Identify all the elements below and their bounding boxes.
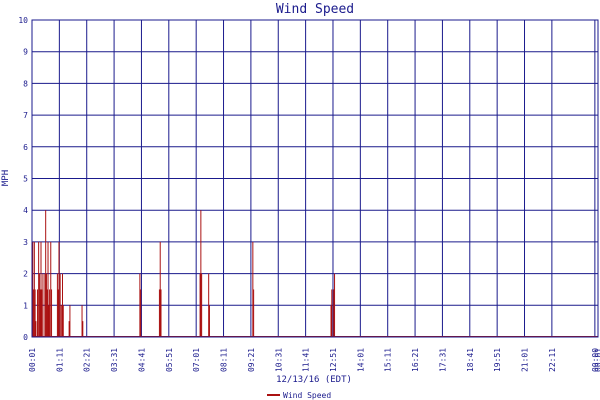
y-tick-label: 3 — [23, 238, 28, 247]
x-tick-label: 22:11 — [548, 348, 557, 372]
x-tick-label: 21:01 — [521, 348, 530, 372]
x-tick-label: 09:21 — [247, 348, 256, 372]
y-tick-label: 10 — [18, 16, 28, 25]
x-axis-label: 12/13/16 (EDT) — [276, 375, 352, 385]
y-tick-label: 7 — [23, 111, 28, 120]
y-tick-label: 0 — [23, 333, 28, 342]
wind-speed-chart: Wind Speed 0 1 2 3 4 5 6 7 8 9 10 00:01 01:11 02:21 0… — [0, 0, 600, 400]
y-tick-label: 6 — [23, 143, 28, 152]
x-tick-label: 15:11 — [384, 348, 393, 372]
y-axis-label: MPH — [1, 170, 11, 186]
x-tick-label: 16:21 — [411, 348, 420, 372]
y-tick-label: 2 — [23, 270, 28, 279]
legend-label: Wind Speed — [283, 391, 331, 400]
x-tick-label: 00:01 — [594, 348, 600, 372]
x-tick-label: 05:51 — [165, 348, 174, 372]
x-tick-label: 11:41 — [302, 348, 311, 372]
x-tick-label: 18:41 — [466, 348, 475, 372]
x-tick-label: 07:01 — [192, 348, 201, 372]
chart-background — [0, 0, 600, 400]
y-tick-label: 4 — [23, 206, 28, 215]
y-tick-label: 5 — [23, 175, 28, 184]
x-tick-label: 17:31 — [438, 348, 447, 372]
x-tick-label: 10:31 — [274, 348, 283, 372]
x-tick-label: 04:41 — [137, 348, 146, 372]
x-tick-label: 12:51 — [329, 348, 338, 372]
x-tick-label: 02:21 — [83, 348, 92, 372]
x-tick-label: 08:11 — [220, 348, 229, 372]
x-tick-label: 03:31 — [110, 348, 119, 372]
x-tick-label: 01:11 — [55, 348, 64, 372]
x-tick-label: 14:01 — [356, 348, 365, 372]
y-tick-label: 9 — [23, 48, 28, 57]
y-tick-label: 1 — [23, 301, 28, 310]
x-tick-label: 19:51 — [493, 348, 502, 372]
chart-title: Wind Speed — [276, 2, 354, 17]
x-tick-label: 00:01 — [28, 348, 37, 372]
y-tick-label: 8 — [23, 79, 28, 88]
